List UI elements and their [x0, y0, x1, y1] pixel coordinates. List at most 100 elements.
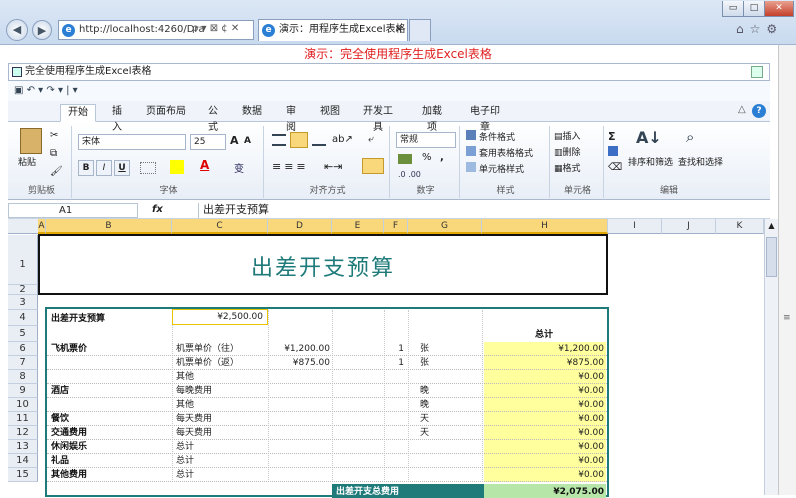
address-controls[interactable]: ρ ▾ ⊠ ¢ ✕	[192, 23, 254, 34]
scroll-thumb[interactable]	[766, 237, 777, 277]
row-header-15[interactable]: 15	[8, 468, 38, 482]
column-header-J[interactable]: J	[662, 219, 716, 234]
align-top-icon[interactable]	[272, 134, 286, 146]
paste-button[interactable]: 粘贴	[18, 156, 36, 170]
paste-icon[interactable]	[20, 128, 42, 154]
cell-styles-button[interactable]: 单元格样式	[466, 162, 524, 177]
tab-active[interactable]: e 演示：用程序生成Excel表格 ×	[258, 19, 408, 41]
column-header-G[interactable]: G	[408, 219, 482, 234]
row-header-7[interactable]: 7	[8, 356, 38, 370]
conditional-format-button[interactable]: 条件格式	[466, 130, 515, 145]
column-header-I[interactable]: I	[608, 219, 662, 234]
percent-icon[interactable]: %	[422, 152, 432, 163]
column-header-H[interactable]: H	[482, 219, 608, 234]
row-header-1[interactable]: 1	[8, 235, 38, 285]
home-icon[interactable]: ⌂	[736, 22, 750, 36]
column-header-E[interactable]: E	[332, 219, 384, 234]
row-header-14[interactable]: 14	[8, 454, 38, 468]
maximize-button[interactable]: □	[743, 1, 765, 17]
font-color-icon[interactable]: A	[200, 158, 209, 172]
budget-value[interactable]: ¥2,500.00	[172, 309, 268, 325]
row-header-4[interactable]: 4	[8, 310, 38, 326]
row-header-2[interactable]: 2	[8, 285, 38, 295]
column-header-F[interactable]: F	[384, 219, 408, 234]
underline-button[interactable]: U	[114, 160, 130, 176]
column-header-K[interactable]: K	[716, 219, 764, 234]
ribbon-tab[interactable]: 加载项	[412, 104, 452, 133]
row-header-11[interactable]: 11	[8, 412, 38, 426]
decimal-icons[interactable]: .0 .00	[398, 170, 421, 179]
forward-button[interactable]: ▶	[32, 20, 52, 40]
page-scrollbar[interactable]: ≡	[778, 45, 796, 495]
row-header-12[interactable]: 12	[8, 426, 38, 440]
column-header-B[interactable]: B	[46, 219, 172, 234]
phonetic-icon[interactable]: 变	[234, 160, 244, 175]
number-format-combo[interactable]: 常规	[396, 132, 456, 148]
insert-cells-button[interactable]: ▤插入	[554, 130, 581, 144]
row-header-13[interactable]: 13	[8, 440, 38, 454]
comma-icon[interactable]: ,	[440, 152, 444, 163]
format-painter-icon[interactable]: 🖌	[50, 166, 63, 177]
ribbon-collapse-icon[interactable]: △	[738, 104, 746, 115]
fx-icon[interactable]: fx	[152, 204, 163, 215]
column-header-D[interactable]: D	[268, 219, 332, 234]
ribbon-tab[interactable]: 电子印章	[460, 104, 510, 133]
align-bottom-icon[interactable]	[312, 138, 326, 146]
minimize-button[interactable]: ▭	[722, 1, 744, 17]
cut-icon[interactable]: ✂	[50, 130, 58, 141]
column-header-A[interactable]: A	[38, 219, 46, 234]
help-icon[interactable]: ?	[752, 104, 766, 118]
ribbon-tab[interactable]: 页面布局	[140, 104, 192, 122]
italic-button[interactable]: I	[96, 160, 112, 176]
scroll-up-icon[interactable]: ▲	[766, 221, 777, 233]
shrink-font-icon[interactable]: A	[244, 136, 251, 146]
copy-icon[interactable]: ⧉	[50, 148, 57, 159]
ribbon-tab[interactable]: 审阅	[276, 104, 306, 133]
find-select-button[interactable]: 查找和选择	[678, 156, 723, 170]
back-button[interactable]: ◀	[6, 19, 28, 41]
delete-cells-button[interactable]: ▥删除	[554, 146, 581, 160]
row-header-8[interactable]: 8	[8, 370, 38, 384]
font-size-combo[interactable]: 25	[190, 134, 226, 150]
autosum-icon[interactable]: Σ	[608, 130, 616, 143]
orientation-icon[interactable]: ab↗	[332, 134, 353, 145]
ribbon-tab[interactable]: 插入	[102, 104, 132, 133]
indent-icons[interactable]: ⇤⇥	[324, 160, 342, 173]
ribbon-tab[interactable]: 公式	[198, 104, 228, 133]
tab-close-icon[interactable]: ×	[395, 20, 403, 40]
find-binoculars-icon[interactable]: ⌕	[686, 128, 694, 146]
vertical-scrollbar[interactable]: ▲	[764, 219, 778, 495]
quick-access-toolbar[interactable]: ▣ ↶ ▾ ↷ ▾ | ▾	[8, 81, 770, 103]
toolbar-icons[interactable]: ⌂☆⚙	[736, 22, 783, 36]
favorites-icon[interactable]: ☆	[750, 22, 767, 36]
bold-button[interactable]: B	[78, 160, 94, 176]
row-header-10[interactable]: 10	[8, 398, 38, 412]
new-tab-button[interactable]	[409, 19, 431, 41]
row-header-5[interactable]: 5	[8, 326, 38, 342]
ribbon-tab[interactable]: 视图	[314, 104, 346, 122]
clear-icon[interactable]: ⌫	[608, 162, 622, 173]
ribbon-tab[interactable]: 开发工具	[354, 104, 402, 133]
settings-icon[interactable]: ⚙	[766, 22, 783, 36]
column-header-C[interactable]: C	[172, 219, 268, 234]
format-cells-button[interactable]: ▦格式	[554, 162, 581, 176]
formula-input[interactable]: 出差开支预算	[198, 203, 768, 218]
row-header-6[interactable]: 6	[8, 342, 38, 356]
sort-filter-button[interactable]: 排序和筛选	[628, 156, 673, 170]
scroll-grip-icon[interactable]: ≡	[783, 313, 791, 323]
fill-color-icon[interactable]	[170, 160, 184, 174]
qat-icons[interactable]: ▣ ↶ ▾ ↷ ▾ | ▾	[14, 85, 78, 96]
grow-font-icon[interactable]: A	[230, 134, 239, 147]
close-window-button[interactable]: ✕	[764, 1, 794, 17]
restore-icon[interactable]	[751, 66, 763, 78]
align-left-icons[interactable]: ≡≡≡	[272, 160, 309, 173]
font-name-combo[interactable]: 宋体	[78, 134, 186, 150]
ribbon-tab[interactable]: 数据	[236, 104, 268, 122]
format-table-button[interactable]: 套用表格格式	[466, 146, 533, 161]
sort-filter-icon[interactable]: A↓	[636, 128, 662, 147]
name-box[interactable]: A1	[8, 203, 138, 218]
fill-icon[interactable]	[608, 146, 618, 156]
border-icon[interactable]	[140, 162, 156, 174]
row-header-3[interactable]: 3	[8, 295, 38, 310]
merge-center-icon[interactable]	[362, 158, 384, 174]
